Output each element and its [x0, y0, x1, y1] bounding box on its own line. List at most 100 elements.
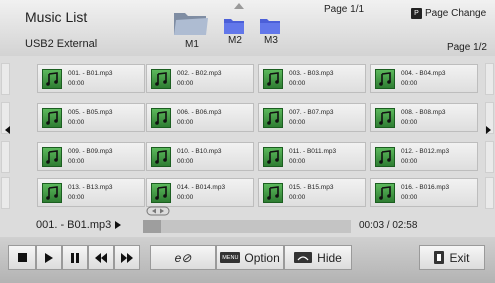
- track-tile[interactable]: 016. - B016.mp3 00:00: [370, 178, 478, 207]
- track-tile[interactable]: 006. - B06.mp3 00:00: [146, 103, 254, 132]
- control-bar: e⊘ MENU Option Hide Exit: [0, 237, 495, 283]
- pause-icon: [71, 252, 79, 263]
- track-tile[interactable]: 010. - B10.mp3 00:00: [146, 142, 254, 171]
- rewind-button[interactable]: [88, 245, 114, 270]
- track-tile[interactable]: 008. - B08.mp3 00:00: [370, 103, 478, 132]
- playing-icon: [115, 221, 122, 229]
- music-note-icon: [151, 147, 171, 167]
- side-strip: [1, 63, 10, 95]
- track-name: 001. - B01.mp3: [68, 70, 113, 77]
- track-duration: 00:00: [177, 194, 194, 201]
- track-tile[interactable]: 007. - B07.mp3 00:00: [258, 103, 366, 132]
- folder-up-icon[interactable]: [234, 3, 244, 9]
- track-tile[interactable]: 001. - B01.mp3 00:00: [37, 64, 145, 93]
- folder-label: M2: [228, 35, 242, 46]
- source-label: USB2 External: [25, 38, 98, 50]
- progress-bar[interactable]: [143, 220, 351, 233]
- play-icon: [45, 252, 53, 263]
- time-readout: 00:03 / 02:58: [359, 220, 418, 231]
- music-note-icon: [263, 108, 283, 128]
- option-label: Option: [244, 250, 280, 265]
- p-key-icon: P: [411, 8, 422, 19]
- fast-forward-button[interactable]: [114, 245, 140, 270]
- repeat-icon: e⊘: [174, 250, 192, 265]
- play-button[interactable]: [36, 245, 62, 270]
- folder-open-icon: [174, 13, 208, 35]
- track-name: 013. - B13.mp3: [68, 184, 113, 191]
- hide-button[interactable]: Hide: [284, 245, 352, 270]
- music-note-icon: [42, 108, 62, 128]
- repeat-button[interactable]: e⊘: [150, 245, 216, 270]
- exit-label: Exit: [449, 250, 470, 265]
- track-duration: 00:00: [68, 194, 85, 201]
- track-duration: 00:00: [68, 158, 85, 165]
- folder-label: M3: [264, 35, 278, 46]
- track-duration: 00:00: [401, 158, 418, 165]
- page-change-label: Page Change: [425, 8, 487, 19]
- track-duration: 00:00: [177, 80, 194, 87]
- track-tile[interactable]: 002. - B02.mp3 00:00: [146, 64, 254, 93]
- music-note-icon: [263, 147, 283, 167]
- track-tile[interactable]: 015. - B15.mp3 00:00: [258, 178, 366, 207]
- track-name: 004. - B04.mp3: [401, 70, 446, 77]
- track-duration: 00:00: [289, 80, 306, 87]
- track-duration: 00:00: [177, 158, 194, 165]
- track-duration: 00:00: [68, 119, 85, 126]
- page-indicator: Page 1/1: [324, 4, 365, 15]
- track-tile[interactable]: 005. - B05.mp3 00:00: [37, 103, 145, 132]
- track-name: 012. - B012.mp3: [401, 148, 450, 155]
- hide-key-icon: [294, 252, 313, 263]
- hide-label: Hide: [317, 250, 342, 265]
- track-tile[interactable]: 012. - B012.mp3 00:00: [370, 142, 478, 171]
- track-name: 015. - B15.mp3: [289, 184, 334, 191]
- track-tile[interactable]: 004. - B04.mp3 00:00: [370, 64, 478, 93]
- music-note-icon: [151, 108, 171, 128]
- stop-button[interactable]: [8, 245, 36, 270]
- fast-forward-icon: [121, 252, 133, 263]
- page-title: Music List: [25, 9, 88, 25]
- music-note-icon: [375, 108, 395, 128]
- list-page-indicator: Page 1/2: [446, 42, 487, 53]
- track-name: 010. - B10.mp3: [177, 148, 222, 155]
- track-duration: 00:00: [401, 119, 418, 126]
- now-playing: 001. - B01.mp3: [36, 219, 122, 231]
- music-note-icon: [151, 69, 171, 89]
- side-strip: [485, 177, 494, 209]
- track-tile[interactable]: 003. - B03.mp3 00:00: [258, 64, 366, 93]
- side-strip: [1, 141, 10, 173]
- track-duration: 00:00: [401, 194, 418, 201]
- track-tile[interactable]: 013. - B13.mp3 00:00: [37, 178, 145, 207]
- exit-button[interactable]: Exit: [419, 245, 485, 270]
- prev-page-arrow-icon[interactable]: [5, 126, 10, 134]
- page-change-hint: P Page Change: [411, 8, 486, 19]
- track-tile[interactable]: 014. - B014.mp3 00:00: [146, 178, 254, 207]
- music-note-icon: [151, 183, 171, 203]
- pause-button[interactable]: [62, 245, 88, 270]
- music-note-icon: [263, 183, 283, 203]
- track-tile[interactable]: 011. - B011.mp3 00:00: [258, 142, 366, 171]
- music-note-icon: [375, 147, 395, 167]
- option-button[interactable]: MENU Option: [216, 245, 284, 270]
- track-name: 014. - B014.mp3: [177, 184, 226, 191]
- music-note-icon: [42, 183, 62, 203]
- next-page-arrow-icon[interactable]: [486, 126, 491, 134]
- track-duration: 00:00: [68, 80, 85, 87]
- track-name: 003. - B03.mp3: [289, 70, 334, 77]
- track-grid: 001. - B01.mp3 00:00 002. - B02.mp3 00:00 00…: [0, 60, 495, 210]
- track-name: 007. - B07.mp3: [289, 109, 334, 116]
- side-strip: [485, 141, 494, 173]
- music-note-icon: [42, 69, 62, 89]
- music-note-icon: [42, 147, 62, 167]
- track-name: 002. - B02.mp3: [177, 70, 222, 77]
- side-strip: [1, 177, 10, 209]
- track-tile[interactable]: 009. - B09.mp3 00:00: [37, 142, 145, 171]
- track-name: 016. - B016.mp3: [401, 184, 450, 191]
- stop-icon: [17, 253, 27, 262]
- track-duration: 00:00: [289, 158, 306, 165]
- rewind-icon: [95, 252, 107, 263]
- folder-icon: [260, 19, 280, 34]
- track-duration: 00:00: [177, 119, 194, 126]
- header-bar: Music List USB2 External M1 M2 M3 Page 1…: [0, 0, 495, 56]
- menu-key-icon: MENU: [220, 252, 241, 263]
- seek-handle-icon[interactable]: [146, 206, 170, 216]
